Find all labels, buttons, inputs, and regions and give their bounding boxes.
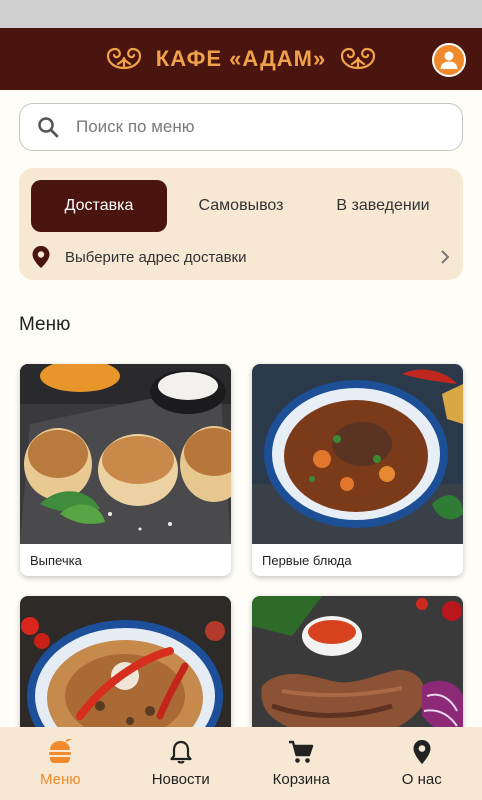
pastry-photo bbox=[20, 364, 231, 544]
nav-label: Меню bbox=[39, 771, 81, 788]
nav-label: О нас bbox=[401, 771, 442, 788]
address-prompt: Выберите адрес доставки bbox=[65, 248, 247, 266]
brand: КАФЕ «АДАМ» bbox=[104, 46, 378, 72]
cart-icon bbox=[289, 740, 314, 763]
tab-dine-in[interactable]: В заведении bbox=[315, 180, 451, 232]
category-card-soups[interactable]: Первые блюда bbox=[252, 364, 463, 576]
menu-section-title: Меню bbox=[19, 314, 71, 335]
chevron-right-icon bbox=[441, 250, 450, 264]
category-card-pastry[interactable]: Выпечка bbox=[20, 364, 231, 576]
search-icon bbox=[38, 117, 59, 138]
nav-item-about[interactable]: О нас bbox=[362, 727, 482, 800]
category-label: Первые блюда bbox=[262, 552, 352, 568]
location-pin-icon bbox=[32, 246, 50, 268]
status-bar bbox=[0, 0, 482, 28]
category-label: Выпечка bbox=[30, 552, 82, 568]
bell-icon bbox=[170, 740, 192, 764]
search-bar[interactable] bbox=[19, 103, 463, 151]
soup-photo bbox=[252, 364, 463, 544]
nav-label: Новости bbox=[151, 771, 210, 788]
nav-item-cart[interactable]: Корзина bbox=[241, 727, 362, 800]
delivery-mode-panel: Доставка Самовывоз В заведении Выберите … bbox=[19, 168, 463, 280]
profile-button[interactable] bbox=[432, 43, 466, 77]
nav-label: Корзина bbox=[272, 771, 330, 788]
nav-item-menu[interactable]: Меню bbox=[0, 727, 121, 800]
burger-icon bbox=[49, 739, 73, 763]
user-icon bbox=[440, 51, 458, 69]
tab-pickup[interactable]: Самовывоз bbox=[179, 180, 303, 232]
ornament-left-icon bbox=[106, 47, 141, 70]
address-selector[interactable]: Выберите адрес доставки bbox=[31, 244, 451, 270]
tab-delivery[interactable]: Доставка bbox=[31, 180, 167, 232]
search-input[interactable] bbox=[76, 117, 416, 137]
app-bar: КАФЕ «АДАМ» bbox=[0, 28, 482, 90]
app-title: КАФЕ «АДАМ» bbox=[155, 46, 327, 71]
nav-item-news[interactable]: Новости bbox=[121, 727, 242, 800]
bottom-navigation: Меню Новости Корзина О нас bbox=[0, 727, 482, 800]
ornament-right-icon bbox=[341, 47, 376, 70]
location-pin-icon bbox=[413, 740, 431, 764]
